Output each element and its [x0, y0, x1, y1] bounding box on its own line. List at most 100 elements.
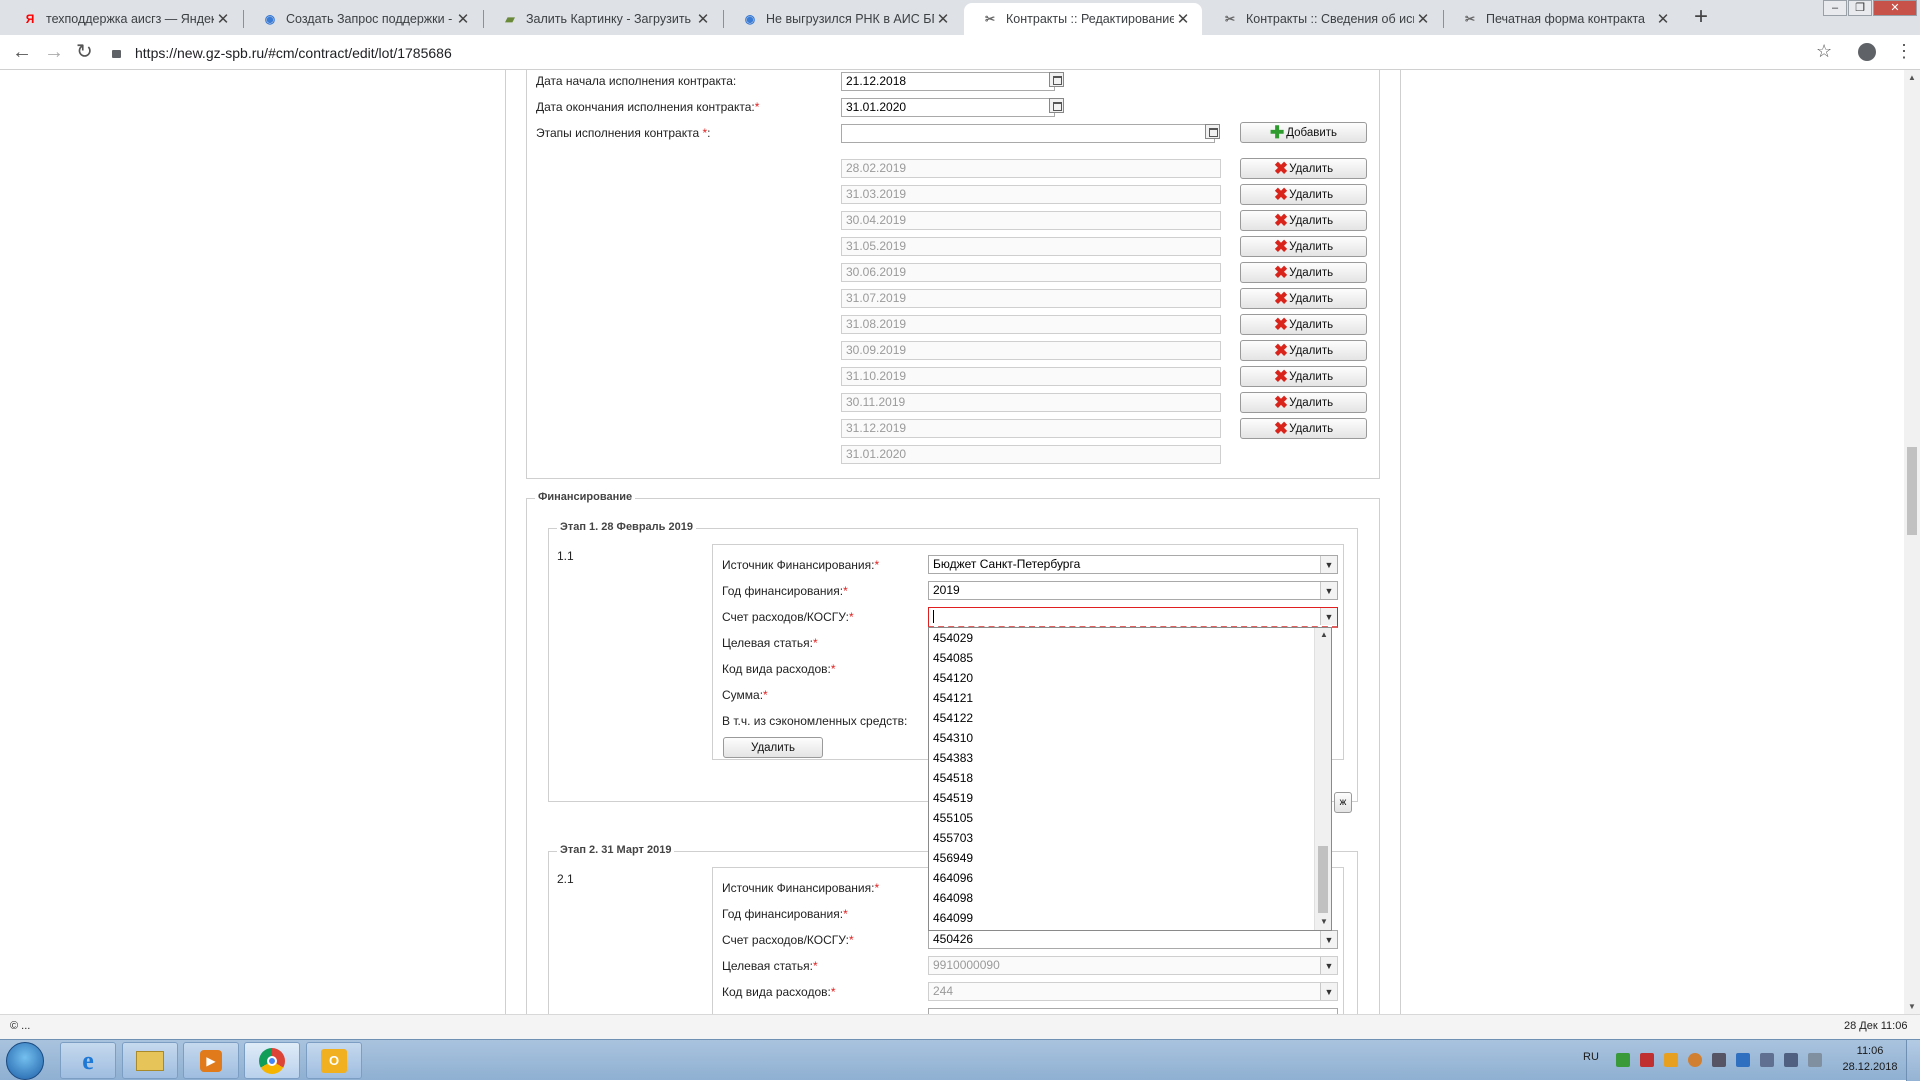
tab-close-icon[interactable]: ✕ [1174, 10, 1192, 28]
tab-close-icon[interactable]: ✕ [934, 10, 952, 28]
new-stage-date-input[interactable] [841, 124, 1215, 143]
dropdown-option[interactable]: 454120 [929, 668, 1315, 688]
delete-stage-button[interactable]: ✖ Удалить [1240, 262, 1367, 283]
delete-stage-button[interactable]: ✖ Удалить [1240, 184, 1367, 205]
browser-tab[interactable]: ◉ Не выгрузился РНК в АИС БП-Э✕ [724, 3, 962, 35]
calendar-icon[interactable] [1049, 98, 1064, 113]
chrome-icon[interactable] [244, 1042, 300, 1079]
stage1-year-select[interactable]: 2019 ▼ [928, 581, 1338, 600]
dropdown-option[interactable]: 454518 [929, 768, 1315, 788]
delete-stage-button[interactable]: ✖ Удалить [1240, 210, 1367, 231]
stage-date-input: 31.03.2019 [841, 185, 1221, 204]
globe-icon: ◉ [744, 12, 756, 26]
dropdown-option[interactable]: 454122 [929, 708, 1315, 728]
browser-tab[interactable]: ▰ Залить Картинку - Загрузить фо ✕ [484, 3, 722, 35]
scroll-up-icon[interactable]: ▲ [1908, 73, 1916, 82]
delete-x-icon: ✖ [1273, 184, 1289, 204]
tab-close-icon[interactable]: ✕ [1654, 10, 1672, 28]
stage2-account-select[interactable]: 450426 ▼ [928, 930, 1338, 949]
show-desktop-button[interactable] [1906, 1040, 1920, 1081]
dropdown-option[interactable]: 455105 [929, 808, 1315, 828]
dropdown-option[interactable]: 454029 [929, 628, 1315, 648]
clock-time[interactable]: 11:06 [1850, 1045, 1890, 1057]
dropdown-option[interactable]: 454310 [929, 728, 1315, 748]
start-date-input[interactable]: 21.12.2018 [841, 72, 1055, 91]
account-icon[interactable] [1858, 43, 1876, 61]
calendar-icon[interactable] [1049, 72, 1064, 87]
delete-stage-button[interactable]: ✖ Удалить [1240, 314, 1367, 335]
delete-x-icon: ✖ [1273, 340, 1289, 360]
calendar-icon[interactable] [1205, 124, 1220, 139]
back-arrow-icon[interactable]: ← [12, 41, 32, 63]
minimize-button[interactable]: – [1823, 0, 1847, 16]
scroll-down-icon[interactable]: ▼ [1908, 1002, 1916, 1011]
browser-tab[interactable]: ◉ Создать Запрос поддержки - АИ✕ [244, 3, 482, 35]
stage1-source-select[interactable]: Бюджет Санкт-Петербурга ▼ [928, 555, 1338, 574]
bookmark-star-icon[interactable]: ☆ [1816, 41, 1832, 62]
device-icon[interactable] [1712, 1053, 1726, 1067]
maximize-button[interactable]: ❐ [1848, 0, 1872, 16]
dropdown-option[interactable]: 464099 [929, 908, 1315, 928]
stage1-account-combobox[interactable]: ▼ [928, 607, 1338, 628]
dropdown-scrollbar-thumb[interactable] [1318, 846, 1328, 913]
scroll-down-icon[interactable]: ▼ [1320, 917, 1328, 926]
menu-icon[interactable]: ⋮ [1895, 41, 1913, 62]
tab-close-icon[interactable]: ✕ [1414, 10, 1432, 28]
dropdown-option[interactable]: 454519 [929, 788, 1315, 808]
delete-stage-button[interactable]: ✖ Удалить [1240, 392, 1367, 413]
volume-muted-icon[interactable] [1808, 1053, 1822, 1067]
stage2-account-label: Счет расходов/КОСГУ:* [722, 933, 854, 947]
dropdown-option[interactable]: 456949 [929, 848, 1315, 868]
stage1-side-button[interactable]: ж [1334, 792, 1352, 813]
end-date-input[interactable]: 31.01.2020 [841, 98, 1055, 117]
dropdown-option[interactable]: 454121 [929, 688, 1315, 708]
tab-close-icon[interactable]: ✕ [694, 10, 712, 28]
tab-title: Контракты :: Редактирование ко [1006, 12, 1174, 26]
cloud-icon[interactable] [1688, 1053, 1702, 1067]
tab-close-icon[interactable]: ✕ [454, 10, 472, 28]
browser-tab[interactable]: ✂ Печатная форма контракта ✕ [1444, 3, 1682, 35]
delete-stage-button[interactable]: ✖ Удалить [1240, 236, 1367, 257]
forward-arrow-icon[interactable]: → [44, 41, 64, 63]
browser-tab[interactable]: Ятехподдержка аисгз — Яндекс ✕ [4, 3, 242, 35]
delete-stage-button[interactable]: ✖ Удалить [1240, 158, 1367, 179]
dropdown-option[interactable]: 455703 [929, 828, 1315, 848]
shield-icon[interactable] [1616, 1053, 1630, 1067]
browser-tab[interactable]: ✂ Контракты :: Редактирование ко ✕ [964, 3, 1202, 35]
reload-icon[interactable]: ↻ [76, 41, 93, 63]
stage2-expense-select: 244 ▼ [928, 982, 1338, 1001]
new-tab-button[interactable]: + [1694, 4, 1708, 30]
dropdown-option[interactable]: 464098 [929, 888, 1315, 908]
explorer-icon[interactable] [122, 1042, 178, 1079]
stage1-year-label: Год финансирования:* [722, 584, 848, 598]
clock-date[interactable]: 28.12.2018 [1838, 1061, 1902, 1073]
flag-icon[interactable] [1760, 1053, 1774, 1067]
antivirus-icon[interactable] [1640, 1053, 1654, 1067]
scroll-up-icon[interactable]: ▲ [1320, 630, 1328, 639]
page-scrollbar[interactable]: ▲ ▼ [1904, 70, 1920, 1014]
network-tray-icon[interactable] [1736, 1053, 1750, 1067]
delete-stage-button[interactable]: ✖ Удалить [1240, 288, 1367, 309]
dropdown-scrollbar[interactable]: ▲ ▼ [1314, 628, 1331, 930]
add-stage-button[interactable]: ✚ Добавить [1240, 122, 1367, 143]
ie-icon[interactable]: e [60, 1042, 116, 1079]
stage1-delete-item-button[interactable]: Удалить [723, 737, 823, 758]
tab-close-icon[interactable]: ✕ [214, 10, 232, 28]
browser-tab[interactable]: ✂ Контракты :: Сведения об испол✕ [1204, 3, 1442, 35]
outlook-tray-icon[interactable] [1664, 1053, 1678, 1067]
dropdown-option[interactable]: 454085 [929, 648, 1315, 668]
start-button[interactable] [6, 1042, 44, 1080]
delete-stage-button[interactable]: ✖ Удалить [1240, 418, 1367, 439]
page-scrollbar-thumb[interactable] [1907, 447, 1917, 535]
address-bar[interactable]: https://new.gz-spb.ru/#cm/contract/edit/… [112, 41, 1812, 65]
delete-stage-button[interactable]: ✖ Удалить [1240, 340, 1367, 361]
window-close-button[interactable]: ✕ [1873, 0, 1917, 16]
media-player-icon[interactable]: ▶ [183, 1042, 239, 1079]
outlook-icon[interactable]: O [306, 1042, 362, 1079]
dropdown-option[interactable]: 454383 [929, 748, 1315, 768]
account-dropdown-list[interactable]: 454029 454085 454120 454121 454122 454310 4543… [928, 627, 1332, 931]
dropdown-option[interactable]: 464096 [929, 868, 1315, 888]
language-indicator[interactable]: RU [1583, 1051, 1599, 1063]
network-icon[interactable] [1784, 1053, 1798, 1067]
delete-stage-button[interactable]: ✖ Удалить [1240, 366, 1367, 387]
